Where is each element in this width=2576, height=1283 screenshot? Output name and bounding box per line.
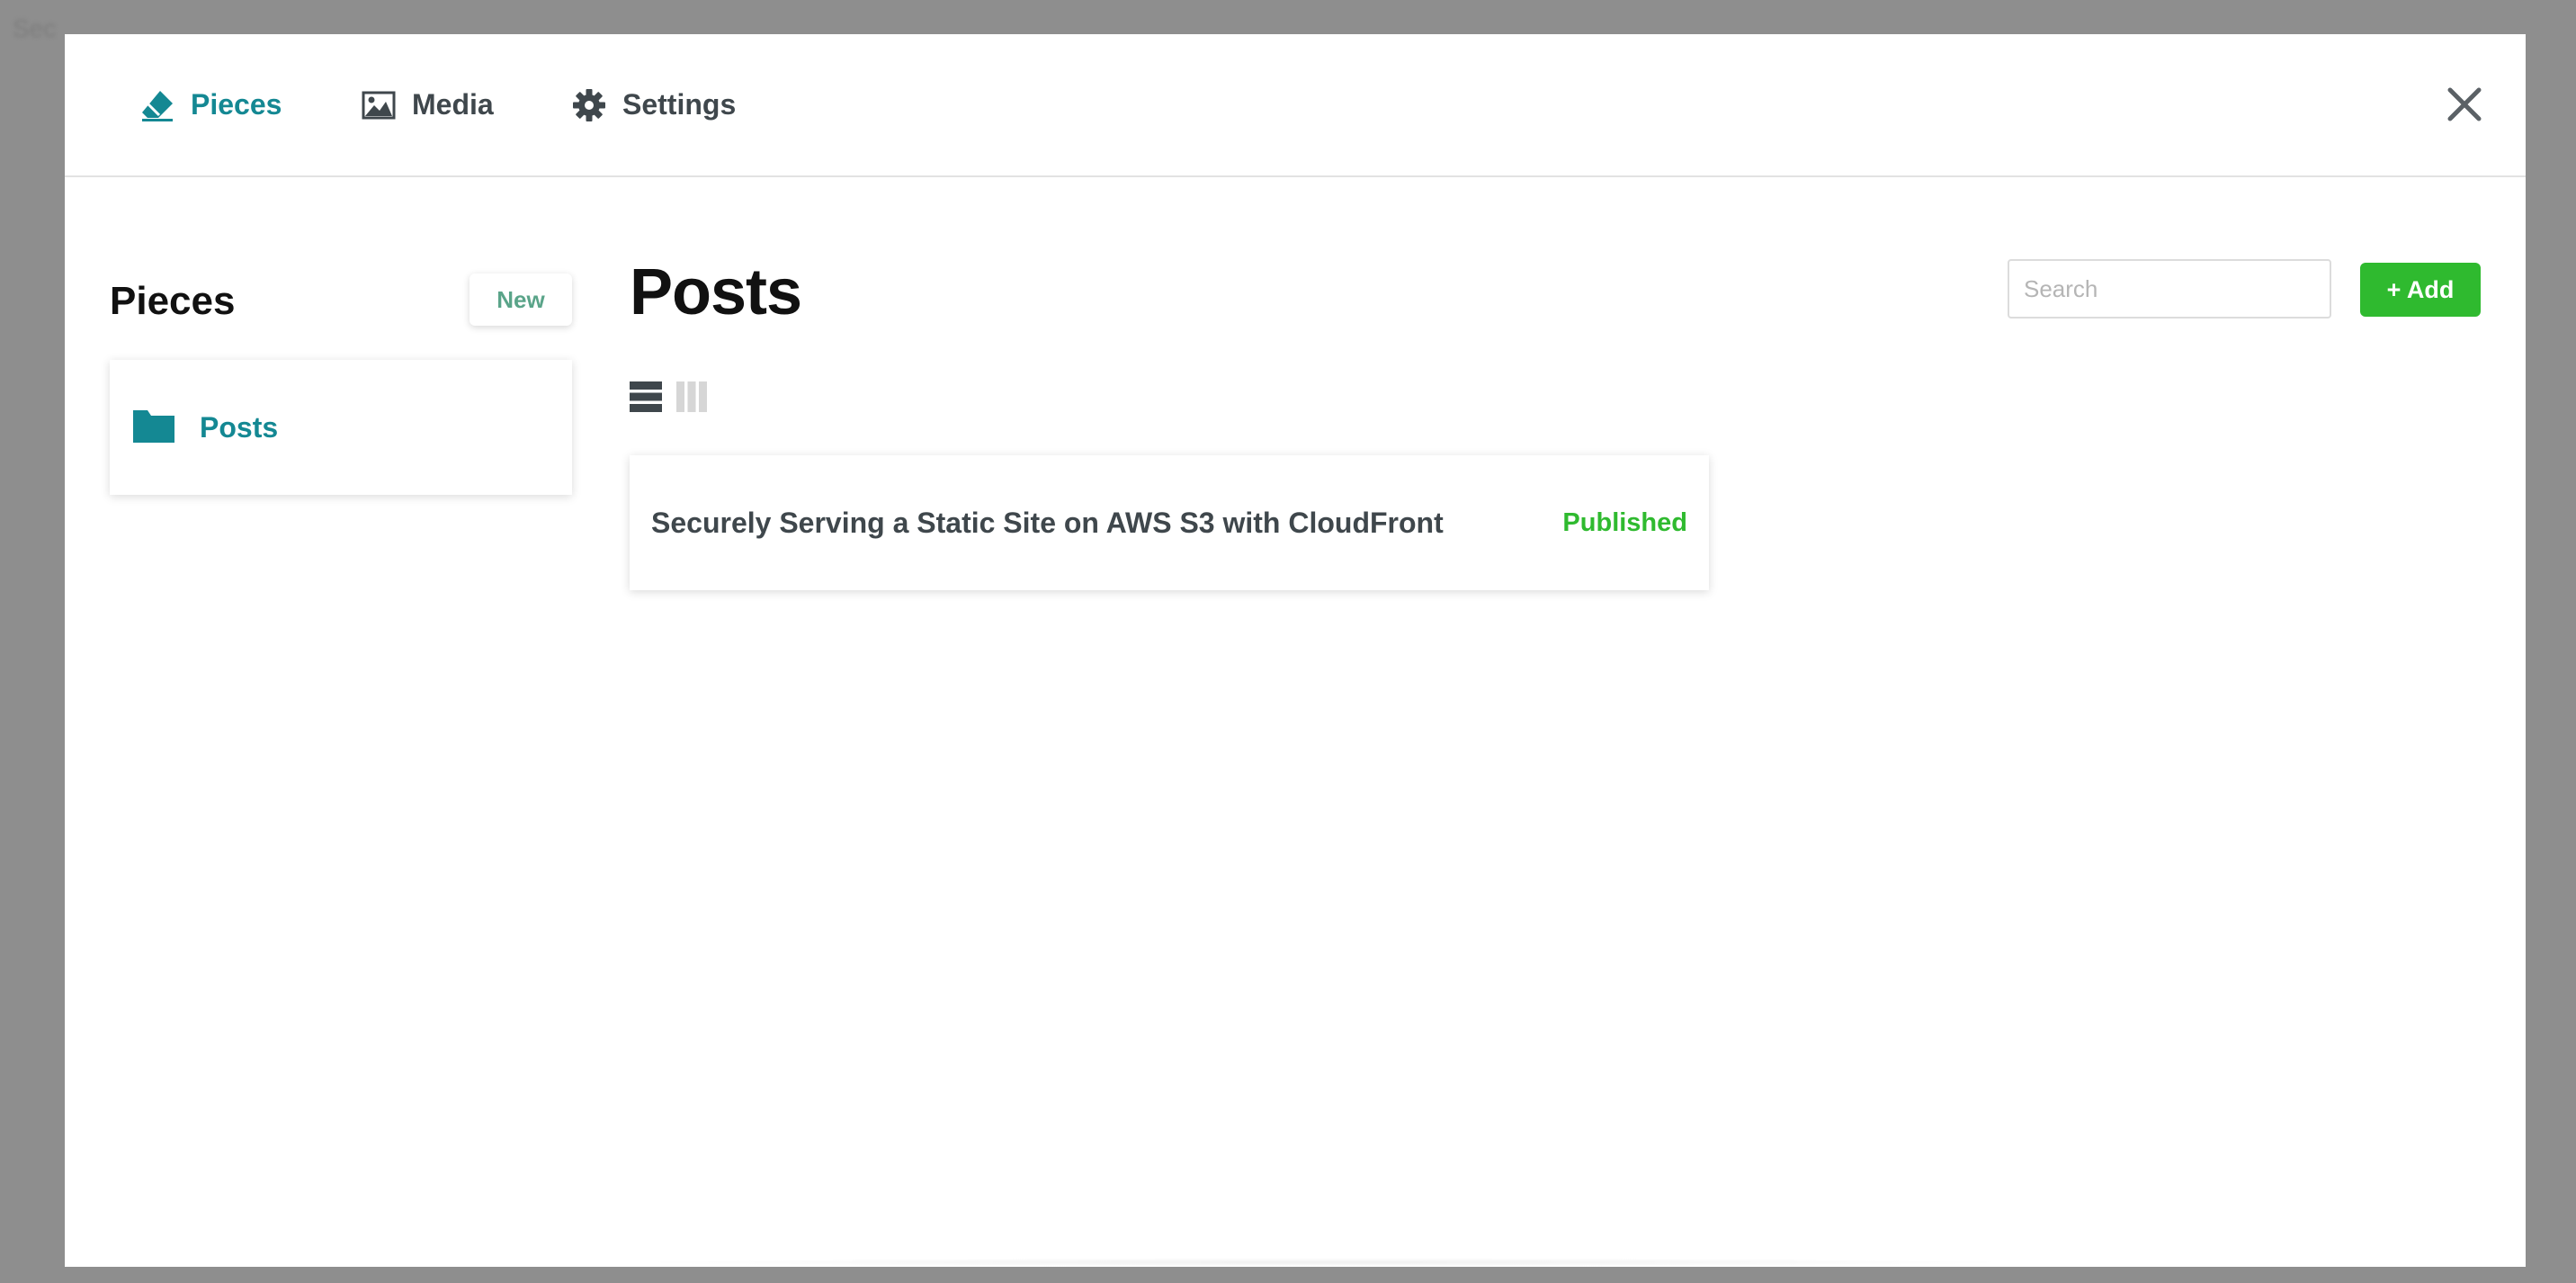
folder-icon <box>133 408 174 447</box>
search-input[interactable] <box>2008 259 2331 319</box>
close-button[interactable] <box>2443 83 2486 126</box>
pieces-modal: Pieces Media Settings Pieces New Posts P… <box>65 34 2526 1267</box>
nav-tab-pieces[interactable]: Pieces <box>140 34 282 175</box>
nav-tab-label: Media <box>412 88 494 121</box>
gear-icon <box>572 88 606 122</box>
image-icon <box>362 91 396 120</box>
add-button[interactable]: + Add <box>2360 263 2481 317</box>
footer-shadow <box>622 1258 2026 1267</box>
sidebar-title: Pieces <box>110 279 236 323</box>
list-view-toggle[interactable] <box>630 381 662 417</box>
piece-title: Securely Serving a Static Site on AWS S3… <box>651 506 1444 539</box>
column-view-toggle[interactable] <box>676 381 707 417</box>
column-view-icon <box>676 381 707 416</box>
modal-top-navigation: Pieces Media Settings <box>65 34 2526 177</box>
eraser-icon <box>140 89 174 121</box>
close-icon <box>2443 87 2486 130</box>
status-badge: Published <box>1562 507 1687 537</box>
nav-tab-label: Settings <box>622 88 737 121</box>
nav-tab-settings[interactable]: Settings <box>572 34 736 175</box>
sidebar-item-posts[interactable]: Posts <box>110 360 572 495</box>
page-title: Posts <box>630 256 802 328</box>
list-item[interactable]: Securely Serving a Static Site on AWS S3… <box>630 455 1709 590</box>
nav-tab-label: Pieces <box>191 88 282 121</box>
list-view-icon <box>630 381 662 416</box>
nav-tab-media[interactable]: Media <box>362 34 494 175</box>
new-piece-button[interactable]: New <box>470 274 572 326</box>
background-page-text: Sec <box>13 14 57 42</box>
sidebar-item-label: Posts <box>200 410 279 444</box>
